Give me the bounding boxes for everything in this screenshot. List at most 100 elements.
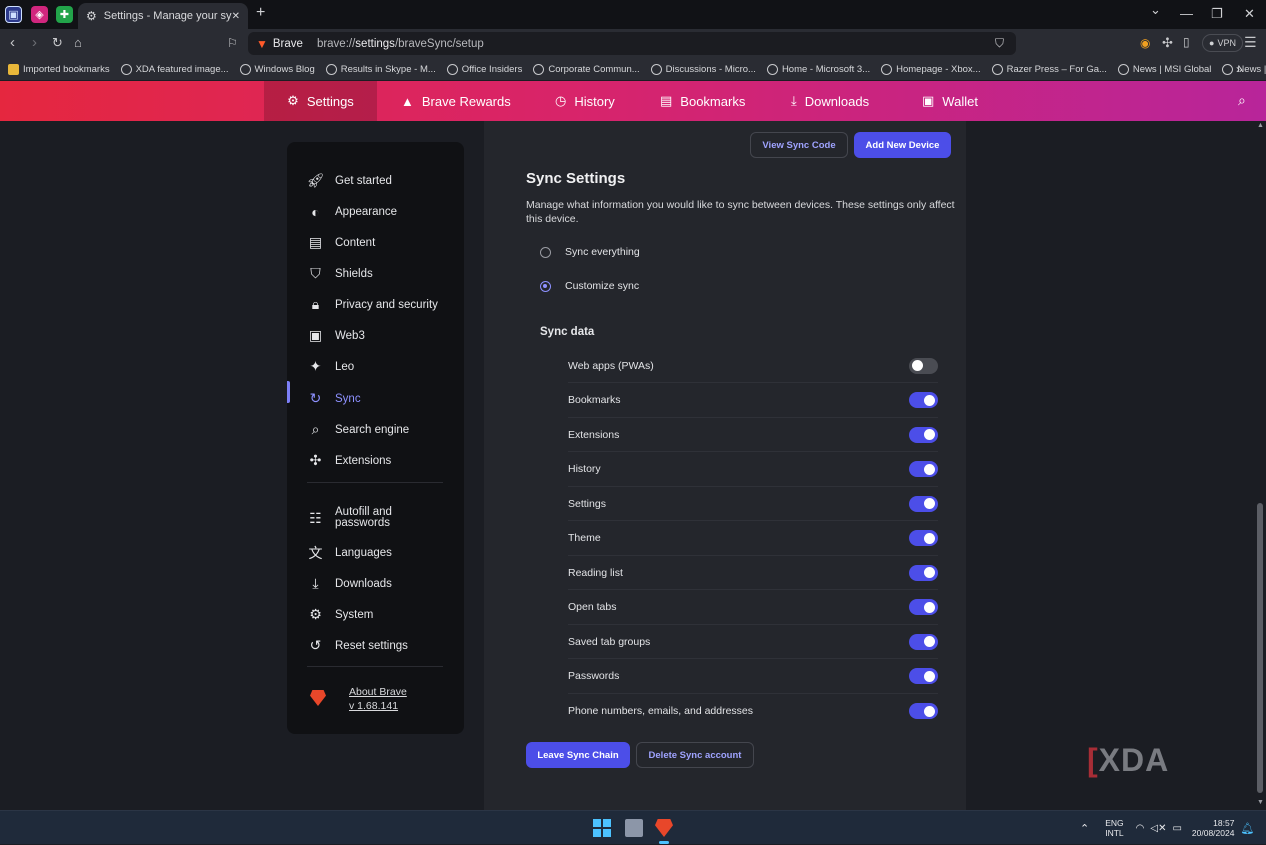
view-sync-code-button[interactable]: View Sync Code — [750, 132, 848, 158]
bookmark-item[interactable]: Razer Press – For Ga... — [991, 63, 1107, 75]
sync-toggle[interactable] — [909, 703, 938, 719]
sidebar-item-sync[interactable]: ↻ Sync — [307, 390, 361, 407]
bookmark-page-icon[interactable]: ⚐ — [227, 36, 238, 50]
notification-bell-icon[interactable]: 🔔︎ — [1240, 822, 1254, 835]
address-bar[interactable]: ▼ Brave brave://settings/braveSync/setup… — [248, 32, 1016, 55]
sidebar-item-search-engine[interactable]: ⌕ Search engine — [307, 421, 410, 438]
sidebar-item-extensions[interactable]: ✣ Extensions — [307, 452, 392, 469]
chevron-up-icon[interactable]: ⌃ — [1080, 822, 1089, 835]
back-icon[interactable]: ‹ — [10, 34, 15, 51]
site-favicon-icon — [1117, 63, 1129, 75]
bookmark-item[interactable]: Home - Microsoft 3... — [766, 63, 870, 75]
sync-toggle[interactable] — [909, 461, 938, 477]
leave-sync-chain-button[interactable]: Leave Sync Chain — [526, 742, 630, 768]
sync-data-row: Theme — [568, 522, 938, 556]
pinned-tab-3-icon[interactable]: ✚ — [56, 6, 73, 23]
scroll-thumb[interactable] — [1257, 503, 1263, 793]
bookmark-item[interactable]: XDA featured image... — [120, 63, 229, 75]
tab-wallet[interactable]: ▣ Wallet — [922, 81, 978, 121]
maximize-button[interactable]: ❐ — [1211, 6, 1223, 22]
sync-toggle[interactable] — [909, 564, 938, 581]
sidebar-item-reset-settings[interactable]: ↺ Reset settings — [307, 637, 408, 654]
sync-everything-radio[interactable]: Sync everything — [540, 246, 640, 258]
bookmark-item[interactable]: Office Insiders — [446, 63, 522, 75]
sync-toggle[interactable] — [909, 633, 938, 650]
bookmark-item[interactable]: Homepage - Xbox... — [881, 63, 981, 75]
sidebar-item-downloads[interactable]: ⤓ Downloads — [307, 575, 392, 592]
sync-toggle[interactable] — [909, 668, 938, 684]
sync-toggle[interactable] — [909, 357, 938, 374]
about-brave-link[interactable]: About Brave — [349, 686, 407, 698]
extensions-icon[interactable]: ✣ — [1162, 35, 1173, 51]
home-icon[interactable]: ⌂ — [74, 35, 82, 50]
wifi-icon[interactable]: ◠ — [1136, 823, 1145, 834]
sync-toggle[interactable] — [909, 599, 938, 615]
clock[interactable]: 18:57 20/08/2024 — [1192, 818, 1235, 838]
bookmark-item[interactable]: Results in Skype - M... — [325, 63, 436, 75]
rss-icon[interactable]: ◉ — [1140, 36, 1150, 50]
sidebar-item-system[interactable]: ⚙ System — [307, 606, 373, 623]
battery-icon[interactable]: ▭ — [1172, 823, 1181, 834]
sync-toggle[interactable] — [909, 495, 938, 512]
scroll-down-icon[interactable]: ▼ — [1257, 799, 1264, 806]
sync-data-row: Passwords — [568, 660, 938, 694]
sync-toggle[interactable] — [909, 392, 938, 408]
tab-downloads[interactable]: ⤓ Downloads — [791, 81, 869, 121]
system-tray: ⌃ ENG INTL ◠ ◁✕ ▭ 18:57 20/08/2024 🔔︎ — [1080, 811, 1254, 845]
delete-sync-account-button[interactable]: Delete Sync account — [636, 742, 754, 768]
sidebar-item-appearance[interactable]: ◐ Appearance — [307, 203, 397, 220]
url-text[interactable]: brave://settings/braveSync/setup — [317, 38, 484, 50]
sidebar-item-autofill-and-passwords[interactable]: ☷ Autofill and passwords — [307, 506, 405, 529]
sync-toggle[interactable] — [909, 530, 938, 546]
bookmark-item[interactable]: Discussions - Micro... — [650, 63, 756, 75]
bookmark-item[interactable]: Windows Blog — [239, 63, 315, 75]
bookmark-item[interactable]: Corporate Commun... — [533, 63, 640, 75]
bookmark-item[interactable]: News | MSI Global — [1117, 63, 1211, 75]
forward-icon[interactable]: › — [32, 34, 37, 51]
new-tab-button[interactable]: + — [256, 4, 265, 22]
sidebar-icon[interactable]: ▯ — [1183, 35, 1190, 49]
tab-history[interactable]: ◷ History — [555, 81, 615, 121]
tab-brave-rewards[interactable]: ▲ Brave Rewards — [401, 81, 511, 121]
pinned-tab-2-icon[interactable]: ◈ — [31, 6, 48, 23]
toggle-knob — [912, 360, 923, 371]
sync-data-heading: Sync data — [540, 326, 595, 338]
minimize-button[interactable]: — — [1180, 6, 1193, 21]
tab-bookmarks[interactable]: ▤ Bookmarks — [660, 81, 745, 121]
search-icon[interactable]: ⌕ — [1238, 92, 1246, 109]
reload-icon[interactable]: ↻ — [52, 35, 63, 51]
sidebar-item-shields[interactable]: ⛉ Shields — [307, 265, 372, 282]
close-window-button[interactable]: ✕ — [1244, 6, 1255, 22]
sidebar-item-languages[interactable]: 文 Languages — [307, 544, 392, 561]
scroll-up-icon[interactable]: ▲ — [1257, 122, 1264, 129]
wallet-icon: ▣ — [308, 327, 323, 343]
sidebar-item-get-started[interactable]: 🚀︎ Get started — [307, 172, 392, 189]
sidebar-item-leo[interactable]: ✦ Leo — [307, 358, 355, 375]
pinned-tab-1-icon[interactable]: ▣ — [5, 6, 22, 23]
language-indicator[interactable]: ENG INTL — [1105, 818, 1123, 838]
sidebar-item-content[interactable]: ▤ Content — [307, 234, 375, 251]
customize-sync-radio[interactable]: Customize sync — [540, 280, 639, 292]
task-view-icon[interactable] — [625, 819, 643, 837]
tab-search-icon[interactable]: ⌄ — [1150, 2, 1161, 18]
version-link[interactable]: v 1.68.141 — [349, 700, 398, 712]
sidebar-item-web3[interactable]: ▣ Web3 — [307, 327, 365, 344]
rocket-icon: 🚀︎ — [306, 172, 325, 188]
brave-taskbar-icon[interactable] — [655, 819, 673, 837]
windows-start-icon[interactable] — [593, 819, 611, 837]
shields-icon[interactable]: ⛉ — [995, 36, 1004, 51]
bookmarks-bar: Imported bookmarks XDA featured image... W… — [0, 58, 1266, 80]
sync-toggle[interactable] — [909, 426, 938, 443]
page-scrollbar[interactable]: ▲ ▼ — [1254, 121, 1266, 810]
bookmark-item[interactable]: News | MSI USA — [1222, 63, 1266, 75]
sidebar-item-privacy-and-security[interactable]: 🔒︎ Privacy and security — [307, 296, 438, 313]
tab-settings[interactable]: ⚙ Settings — [264, 81, 377, 121]
bookmark-item[interactable]: Imported bookmarks — [8, 63, 110, 75]
close-tab-icon[interactable]: ✕ — [232, 11, 240, 22]
vpn-button[interactable]: ● VPN — [1202, 34, 1243, 52]
add-new-device-button[interactable]: Add New Device — [854, 132, 951, 158]
active-tab[interactable]: ⚙ Settings - Manage your synced ✕ — [78, 3, 248, 29]
volume-muted-icon[interactable]: ◁✕ — [1150, 823, 1166, 834]
more-bookmarks-icon[interactable]: » — [1236, 62, 1243, 76]
menu-icon[interactable]: ☰ — [1244, 34, 1257, 51]
